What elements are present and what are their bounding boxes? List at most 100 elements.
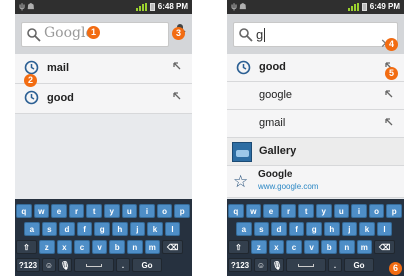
key-2-5[interactable]: b bbox=[109, 240, 125, 254]
key-1-5[interactable]: h bbox=[111, 222, 128, 236]
key-0-8[interactable]: o bbox=[156, 204, 173, 218]
key-2-0[interactable]: ⇧ bbox=[16, 240, 37, 254]
history-icon bbox=[24, 60, 39, 75]
key-1-8[interactable]: l bbox=[376, 222, 393, 236]
key-2-3[interactable]: c bbox=[286, 240, 302, 254]
key-2-2[interactable]: x bbox=[268, 240, 285, 254]
battery-icon bbox=[149, 2, 155, 11]
key-0-4[interactable]: t bbox=[298, 204, 314, 218]
clock: 6:48 PM bbox=[157, 2, 188, 11]
key-0-9[interactable]: p bbox=[386, 204, 402, 218]
key-0-2[interactable]: e bbox=[51, 204, 67, 218]
key-0-3[interactable]: r bbox=[68, 204, 85, 218]
history-icon bbox=[236, 60, 251, 75]
key-0-5[interactable]: y bbox=[315, 204, 332, 218]
text-caret bbox=[264, 28, 265, 42]
suggestion-list: mail good bbox=[15, 54, 192, 114]
key-2-3[interactable]: c bbox=[74, 240, 90, 254]
key-1-2[interactable]: d bbox=[271, 222, 287, 236]
key-0-4[interactable]: t bbox=[86, 204, 102, 218]
key-3-1[interactable]: ☺ bbox=[254, 258, 268, 272]
key-0-7[interactable]: i bbox=[351, 204, 367, 218]
key-1-4[interactable]: g bbox=[306, 222, 322, 236]
key-2-2[interactable]: x bbox=[56, 240, 73, 254]
search-input[interactable]: g ✕ bbox=[233, 22, 398, 51]
keyboard: qwertyuiop asdfghjkl ⇧ z x c v b n m ⌫ ?123 ☺ 🎙. Go bbox=[227, 199, 404, 276]
key-0-9[interactable]: p bbox=[174, 204, 190, 218]
key-3-0[interactable]: ?123 bbox=[228, 258, 252, 272]
key-3-2[interactable]: 🎙 bbox=[58, 258, 72, 272]
key-1-5[interactable]: h bbox=[323, 222, 340, 236]
key-1-2[interactable]: d bbox=[59, 222, 75, 236]
callout-badge-2: 2 bbox=[24, 74, 37, 87]
key-3-5[interactable]: Go bbox=[344, 258, 374, 272]
key-2-8[interactable]: ⌫ bbox=[374, 240, 396, 254]
key-3-2[interactable]: 🎙 bbox=[270, 258, 284, 272]
suggestion-text: good bbox=[47, 92, 74, 104]
key-2-4[interactable]: v bbox=[303, 240, 320, 254]
suggestion-row[interactable]: good bbox=[15, 84, 192, 114]
key-2-0[interactable]: ⇧ bbox=[228, 240, 249, 254]
refine-query-icon[interactable] bbox=[172, 91, 182, 101]
gallery-app-icon bbox=[232, 142, 252, 162]
key-3-5[interactable]: Go bbox=[132, 258, 162, 272]
key-3-1[interactable]: ☺ bbox=[42, 258, 56, 272]
signal-icon bbox=[347, 2, 359, 11]
suggestion-row[interactable]: gmail bbox=[227, 110, 404, 138]
key-2-1[interactable]: z bbox=[39, 240, 55, 254]
key-1-6[interactable]: j bbox=[341, 222, 358, 236]
bookmark-title: Google bbox=[258, 169, 293, 180]
key-2-8[interactable]: ⌫ bbox=[162, 240, 184, 254]
suggestion-row[interactable]: mail bbox=[15, 54, 192, 84]
key-2-4[interactable]: v bbox=[91, 240, 108, 254]
key-2-6[interactable]: n bbox=[338, 240, 355, 254]
key-0-6[interactable]: u bbox=[121, 204, 138, 218]
bookmark-result-row[interactable]: ☆ Google www.google.com bbox=[227, 166, 404, 198]
app-result-row[interactable]: Gallery bbox=[227, 138, 404, 166]
key-0-8[interactable]: o bbox=[368, 204, 385, 218]
key-0-3[interactable]: r bbox=[280, 204, 297, 218]
key-3-4[interactable]: . bbox=[116, 258, 130, 272]
key-2-1[interactable]: z bbox=[251, 240, 267, 254]
keyboard: qwertyuiop asdfghjkl ⇧ z x c v b n m ⌫ ?123 ☺ 🎙. Go bbox=[15, 199, 192, 276]
key-2-7[interactable]: m bbox=[144, 240, 161, 254]
suggestion-row[interactable]: google bbox=[227, 82, 404, 110]
notification-icons: ψ ☗ bbox=[19, 2, 35, 11]
key-3-0[interactable]: ?123 bbox=[16, 258, 40, 272]
clock: 6:49 PM bbox=[369, 2, 400, 11]
key-0-1[interactable]: w bbox=[33, 204, 50, 218]
key-0-2[interactable]: e bbox=[263, 204, 279, 218]
right-screen: ψ ☗ 6:49 PM g ✕ 4 good google gmail bbox=[227, 0, 404, 276]
key-0-5[interactable]: y bbox=[103, 204, 120, 218]
key-1-8[interactable]: l bbox=[164, 222, 181, 236]
key-1-3[interactable]: f bbox=[288, 222, 305, 236]
key-3-4[interactable]: . bbox=[328, 258, 342, 272]
bookmark-url: www.google.com bbox=[258, 182, 319, 191]
key-0-0[interactable]: q bbox=[228, 204, 244, 218]
key-1-0[interactable]: a bbox=[236, 222, 252, 236]
key-1-1[interactable]: s bbox=[41, 222, 58, 236]
refine-query-icon[interactable] bbox=[384, 89, 394, 99]
refine-query-icon[interactable] bbox=[172, 61, 182, 71]
key-1-3[interactable]: f bbox=[76, 222, 93, 236]
key-2-7[interactable]: m bbox=[356, 240, 373, 254]
key-3-3[interactable] bbox=[286, 258, 326, 272]
key-0-7[interactable]: i bbox=[139, 204, 155, 218]
key-3-3[interactable] bbox=[74, 258, 114, 272]
key-1-4[interactable]: g bbox=[94, 222, 110, 236]
callout-badge-3: 3 bbox=[172, 27, 185, 40]
suggestion-row[interactable]: good bbox=[227, 54, 404, 82]
refine-query-icon[interactable] bbox=[384, 117, 394, 127]
key-2-5[interactable]: b bbox=[321, 240, 337, 254]
key-0-1[interactable]: w bbox=[245, 204, 262, 218]
key-1-6[interactable]: j bbox=[129, 222, 146, 236]
key-2-6[interactable]: n bbox=[126, 240, 143, 254]
key-0-0[interactable]: q bbox=[16, 204, 32, 218]
search-bar: g ✕ bbox=[227, 14, 404, 54]
status-bar: ψ ☗ 6:49 PM bbox=[227, 0, 404, 14]
key-1-7[interactable]: k bbox=[147, 222, 163, 236]
key-1-0[interactable]: a bbox=[24, 222, 40, 236]
key-1-1[interactable]: s bbox=[253, 222, 270, 236]
key-0-6[interactable]: u bbox=[333, 204, 350, 218]
key-1-7[interactable]: k bbox=[359, 222, 375, 236]
